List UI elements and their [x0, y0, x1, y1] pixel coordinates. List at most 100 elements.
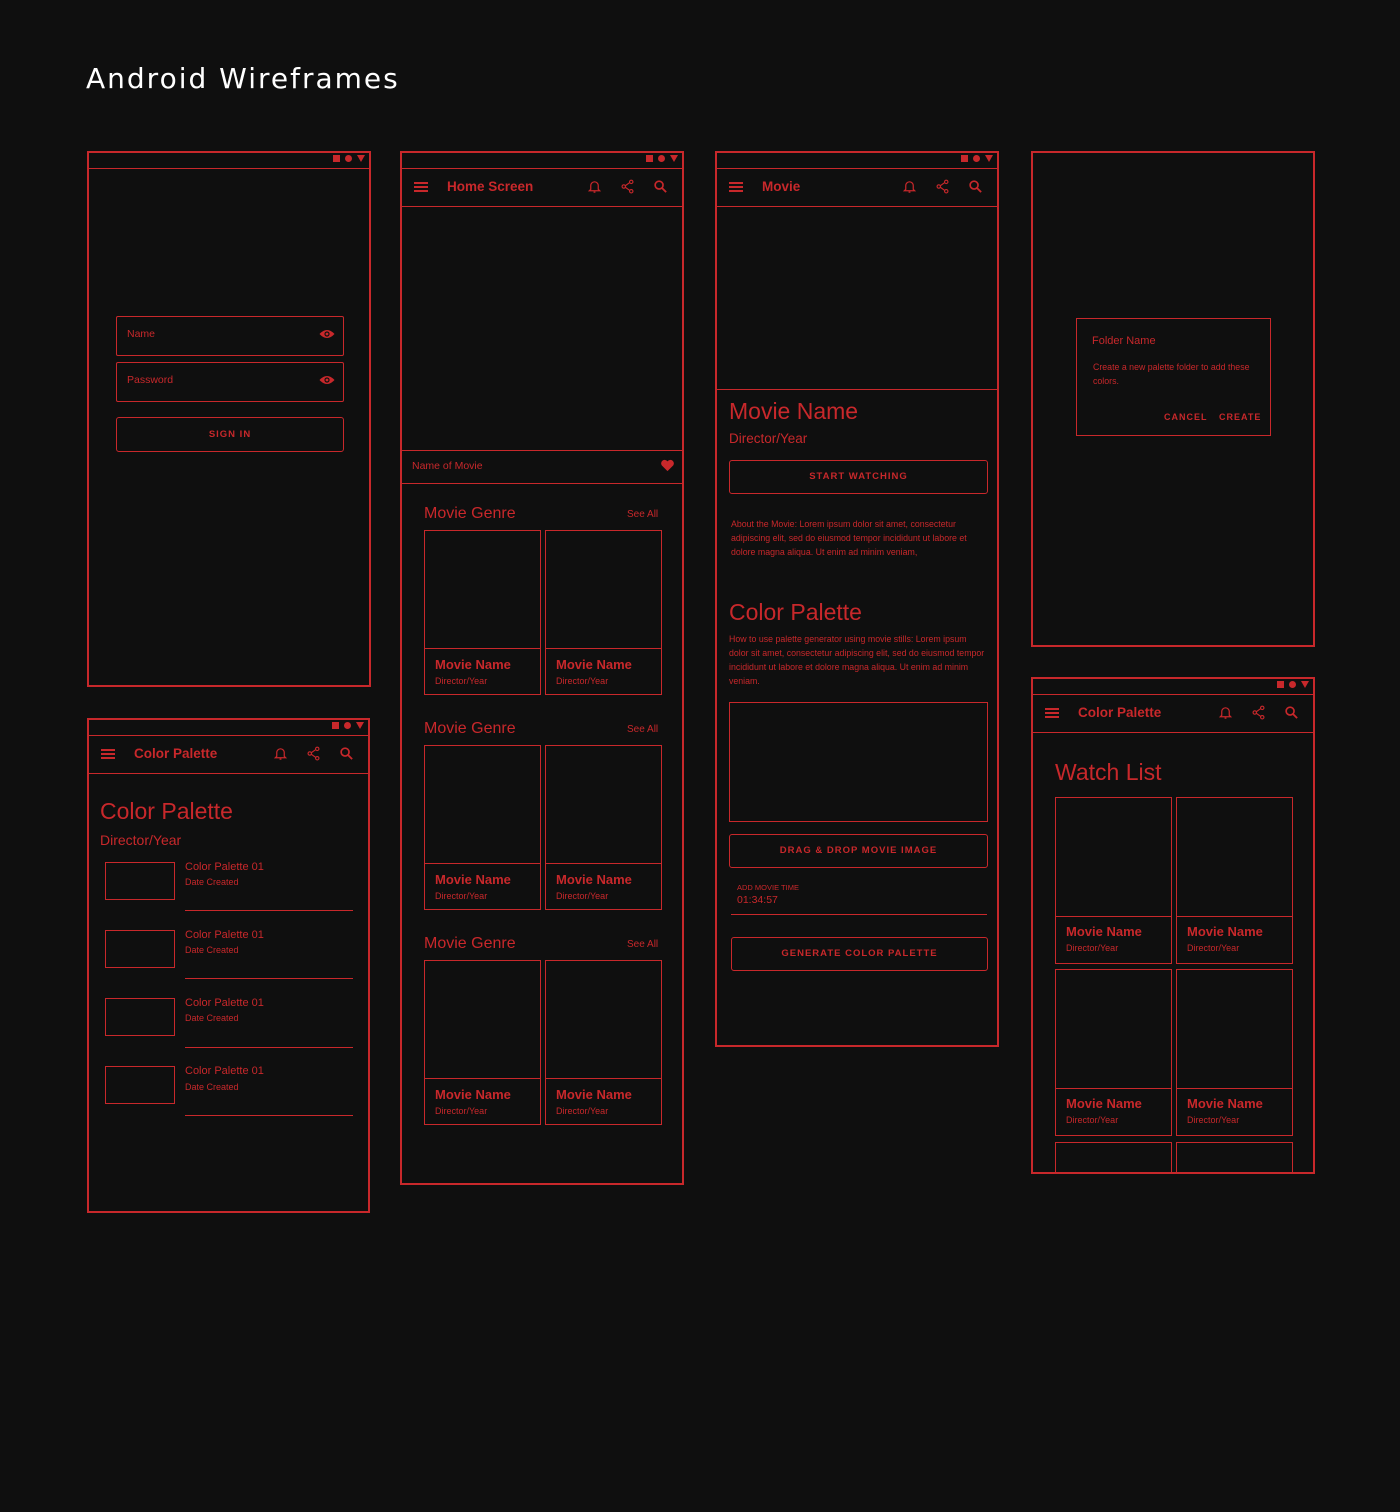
featured-banner[interactable]: Name of Movie — [402, 450, 682, 484]
divider — [185, 978, 353, 979]
movie-subtitle: Director/Year — [729, 431, 808, 446]
signal-icon — [1277, 681, 1284, 688]
palette-thumb[interactable] — [105, 1066, 175, 1104]
see-all-link[interactable]: See All — [627, 724, 658, 735]
drag-drop-button[interactable]: DRAG & DROP MOVIE IMAGE — [729, 834, 988, 868]
movie-poster — [1177, 970, 1292, 1089]
share-icon[interactable] — [1251, 705, 1266, 720]
movie-card[interactable]: Movie Name Director/Year — [1055, 797, 1172, 964]
signal-icon — [961, 155, 968, 162]
share-icon[interactable] — [935, 179, 950, 194]
status-bar — [717, 153, 997, 169]
login-screen: Name Password SIGN IN — [87, 151, 371, 687]
heart-icon[interactable] — [660, 459, 675, 472]
menu-icon[interactable] — [1045, 708, 1059, 718]
palette-thumb[interactable] — [105, 862, 175, 900]
movie-card-partial[interactable] — [1176, 1142, 1293, 1172]
signal-icon — [332, 722, 339, 729]
search-icon[interactable] — [1284, 705, 1299, 720]
movie-card-partial[interactable] — [1055, 1142, 1172, 1172]
movie-card[interactable]: Movie Name Director/Year — [545, 530, 662, 695]
share-icon[interactable] — [306, 746, 321, 761]
app-bar-title: Color Palette — [134, 746, 218, 761]
search-icon[interactable] — [968, 179, 983, 194]
app-bar: Color Palette — [89, 735, 368, 774]
eye-icon[interactable] — [319, 328, 335, 340]
movie-name: Movie Name — [556, 657, 632, 672]
movie-poster — [1056, 798, 1171, 917]
page-title: Android Wireframes — [86, 62, 400, 95]
movie-card[interactable]: Movie Name Director/Year — [424, 530, 541, 695]
app-bar-title: Home Screen — [447, 179, 534, 194]
movie-director-year: Director/Year — [556, 1106, 609, 1116]
menu-icon[interactable] — [729, 182, 743, 192]
movie-director-year: Director/Year — [435, 676, 488, 686]
movie-card[interactable]: Movie Name Director/Year — [1176, 797, 1293, 964]
app-bar-title: Movie — [762, 179, 801, 194]
movie-card[interactable]: Movie Name Director/Year — [1176, 969, 1293, 1136]
movie-name: Movie Name — [435, 657, 511, 672]
image-drop-area[interactable] — [729, 702, 988, 822]
name-placeholder: Name — [127, 328, 156, 340]
signal-icon — [646, 155, 653, 162]
movie-title: Movie Name — [729, 398, 859, 424]
movie-detail-screen: Movie Movie Name Director/Year START WAT… — [715, 151, 999, 1047]
movie-name: Movie Name — [1187, 1096, 1263, 1111]
see-all-link[interactable]: See All — [627, 509, 658, 520]
signal-icon — [333, 155, 340, 162]
featured-movie-name: Name of Movie — [412, 460, 483, 472]
app-bar: Color Palette — [1033, 694, 1313, 733]
movie-card[interactable]: Movie Name Director/Year — [424, 745, 541, 910]
battery-icon — [357, 155, 365, 162]
movie-poster — [425, 961, 540, 1079]
search-icon[interactable] — [653, 179, 668, 194]
menu-icon[interactable] — [414, 182, 428, 192]
palette-item-name[interactable]: Color Palette 01 — [185, 929, 264, 941]
bell-icon[interactable] — [902, 179, 917, 194]
start-watching-button[interactable]: START WATCHING — [729, 460, 988, 494]
movie-card[interactable]: Movie Name Director/Year — [545, 960, 662, 1125]
palette-item-name[interactable]: Color Palette 01 — [185, 1065, 264, 1077]
generate-palette-button[interactable]: GENERATE COLOR PALETTE — [731, 937, 988, 971]
movie-card[interactable]: Movie Name Director/Year — [545, 745, 662, 910]
name-field[interactable]: Name — [116, 316, 344, 356]
create-button[interactable]: CREATE — [1219, 412, 1261, 422]
cancel-button[interactable]: CANCEL — [1164, 412, 1208, 422]
palette-description: How to use palette generator using movie… — [729, 634, 985, 686]
bell-icon[interactable] — [1218, 705, 1233, 720]
eye-icon[interactable] — [319, 374, 335, 386]
movie-poster — [425, 746, 540, 864]
password-placeholder: Password — [127, 374, 174, 386]
movie-director-year: Director/Year — [435, 1106, 488, 1116]
movie-card[interactable]: Movie Name Director/Year — [1055, 969, 1172, 1136]
bell-icon[interactable] — [587, 179, 602, 194]
movie-director-year: Director/Year — [1066, 943, 1119, 953]
movie-poster — [1177, 798, 1292, 917]
share-icon[interactable] — [620, 179, 635, 194]
time-input-underline — [731, 914, 987, 915]
movie-poster — [1056, 970, 1171, 1089]
palette-thumb[interactable] — [105, 998, 175, 1036]
movie-card[interactable]: Movie Name Director/Year — [424, 960, 541, 1125]
movie-poster — [546, 961, 661, 1079]
dialog-body: Create a new palette folder to add these… — [1093, 362, 1250, 386]
status-bar — [89, 153, 369, 169]
battery-icon — [985, 155, 993, 162]
battery-icon — [356, 722, 364, 729]
movie-name: Movie Name — [435, 872, 511, 887]
password-field[interactable]: Password — [116, 362, 344, 402]
movie-name: Movie Name — [1066, 1096, 1142, 1111]
palette-item-name[interactable]: Color Palette 01 — [185, 861, 264, 873]
movie-time-input[interactable]: 01:34:57 — [737, 894, 778, 906]
watch-list-title: Watch List — [1055, 759, 1162, 785]
see-all-link[interactable]: See All — [627, 939, 658, 950]
movie-director-year: Director/Year — [556, 891, 609, 901]
bell-icon[interactable] — [273, 746, 288, 761]
palette-item-date: Date Created — [185, 945, 239, 955]
menu-icon[interactable] — [101, 749, 115, 759]
search-icon[interactable] — [339, 746, 354, 761]
sign-in-button[interactable]: SIGN IN — [116, 417, 344, 452]
section-title: Movie Genre — [424, 935, 516, 952]
palette-item-name[interactable]: Color Palette 01 — [185, 997, 264, 1009]
palette-thumb[interactable] — [105, 930, 175, 968]
